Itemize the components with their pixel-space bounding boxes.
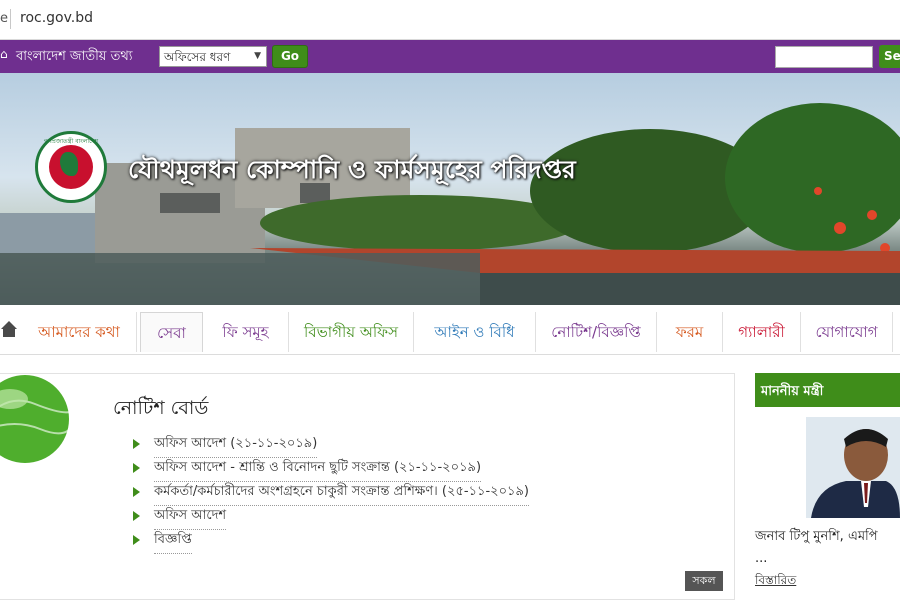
tree-line [260,195,580,251]
office-type-select[interactable]: অফিসের ধরণ ▼ [159,46,267,67]
top-strip: ⌂ বাংলাদেশ জাতীয় তথ্য অফিসের ধরণ ▼ Go S… [0,40,900,73]
nav-item-label: বিভাগীয় অফিস [303,323,399,341]
nav-item-label: আইন ও বিধি [434,323,515,341]
notice-board-title: নোটিশ বোর্ড [113,397,209,419]
nav-item-label: ফি সমূহ [222,323,269,341]
nav-item-label: নোটিশ/বিজ্ঞপ্তি [551,323,641,341]
arrow-right-icon [133,535,140,545]
main-navigation: আমাদের কথা সেবা ফি সমূহ বিভাগীয় অফিস আই… [0,305,900,355]
nav-item-notice[interactable]: নোটিশ/বিজ্ঞপ্তি [536,312,657,352]
nav-item-label: আমাদের কথা [38,323,120,341]
chevron-down-icon: ▼ [254,51,261,61]
government-emblem: গণপ্রজাতন্ত্রী বাংলাদেশ সরকার [35,131,107,203]
header-banner: গণপ্রজাতন্ত্রী বাংলাদেশ সরকার যৌথমূলধন ক… [0,73,900,305]
emblem-map-icon [60,152,78,176]
home-small-icon[interactable]: ⌂ [0,47,8,61]
arrow-right-icon [133,511,140,521]
nav-item-contact[interactable]: যোগাযোগ [801,312,893,352]
details-link[interactable]: বিস্তারিত [755,572,796,592]
nav-item-gallery[interactable]: গ্যালারী [723,312,801,352]
site-title: যৌথমূলধন কোম্পানি ও ফার্মসমূহের পরিদপ্তর [128,155,576,184]
nav-item-divisional-office[interactable]: বিভাগীয় অফিস [289,312,414,352]
notice-link[interactable]: বিজ্ঞপ্তি [154,530,192,554]
flower [834,222,846,234]
notice-board-panel: নোটিশ বোর্ড অফিস আদেশ (২১-১১-২০১৯) অফিস … [0,373,735,600]
notice-link[interactable]: অফিস আদেশ - শ্রান্তি ও বিনোদন ছুটি সংক্র… [154,458,482,482]
lake-shadow [480,273,900,305]
globe-icon [0,375,73,463]
browser-address-bar: e roc.gov.bd [0,0,900,40]
minister-name: জনাব টিপু মুনশি, এমপি [755,529,878,544]
flower [867,210,877,220]
parliament-window [160,193,220,213]
nav-item-forms[interactable]: ফরম [657,312,723,352]
minister-photo [806,417,900,518]
flower [814,187,822,195]
notice-link[interactable]: কর্মকর্তা/কর্মচারীদের অংশগ্রহনে চাকুরী স… [154,482,529,506]
tree-cluster [725,103,900,253]
notice-link[interactable]: অফিস আদেশ (২১-১১-২০১৯) [154,434,318,458]
minister-ellipsis: ... [755,551,768,566]
divider [10,9,11,29]
notice-link[interactable]: অফিস আদেশ [154,506,227,530]
nav-item-services[interactable]: সেবা [140,312,203,352]
office-type-value: অফিসের ধরণ [164,50,231,64]
url-field[interactable]: roc.gov.bd [20,10,93,26]
nav-item-about[interactable]: আমাদের কথা [22,312,137,352]
lake [0,253,480,305]
tab-fragment: e [0,11,8,26]
arrow-right-icon [133,463,140,473]
nav-item-law[interactable]: আইন ও বিধি [414,312,536,352]
minister-heading: মাননীয় মন্ত্রী [755,373,900,407]
nav-item-fees[interactable]: ফি সমূহ [203,312,289,352]
nav-item-label: যোগাযোগ [815,323,878,341]
search-button[interactable]: Se [879,45,900,68]
nav-item-label: গ্যালারী [738,323,785,341]
portal-link[interactable]: বাংলাদেশ জাতীয় তথ্য [16,47,133,68]
minister-portrait [806,417,900,518]
arrow-right-icon [133,487,140,497]
search-input[interactable] [775,46,873,68]
go-button[interactable]: Go [272,45,308,68]
arrow-right-icon [133,439,140,449]
home-icon[interactable] [0,320,18,338]
nav-item-label: সেবা [157,324,186,342]
all-notices-button[interactable]: সকল [685,571,723,591]
nav-item-label: ফরম [675,323,704,341]
distant-building [0,213,95,253]
